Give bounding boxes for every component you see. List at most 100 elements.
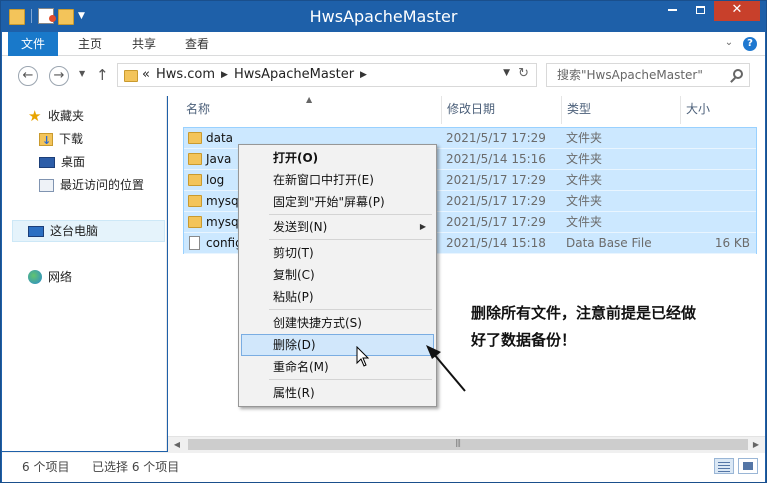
window-controls: ✕ (658, 1, 760, 21)
menu-item-open-new-window[interactable]: 在新窗口中打开(E) (241, 169, 434, 191)
breadcrumb-hwsapachemaster[interactable]: HwsApacheMaster (234, 64, 354, 86)
menu-item-paste[interactable]: 粘贴(P) (241, 286, 434, 308)
title-bar: HwsApacheMaster ▼ ✕ (1, 1, 766, 32)
sidebar-item-label: 这台电脑 (50, 224, 99, 238)
file-date: 2021/5/14 15:18 (446, 236, 546, 250)
customize-toolbar-chevron-icon[interactable]: ▼ (78, 11, 85, 21)
folder-icon (188, 132, 202, 144)
file-date: 2021/5/17 17:29 (446, 173, 546, 187)
sidebar-item-label: 下载 (59, 132, 84, 146)
breadcrumb-hws-com[interactable]: Hws.com (156, 64, 215, 86)
column-header-size[interactable]: 大小 (680, 96, 760, 124)
tab-share[interactable]: 共享 (122, 32, 166, 56)
quick-access-toolbar: ▼ (9, 7, 85, 25)
breadcrumb-arrow-icon[interactable]: ▶ (221, 64, 228, 86)
horizontal-scrollbar[interactable]: ◀ ||| ▶ (168, 436, 765, 452)
scroll-right-icon[interactable]: ▶ (749, 438, 763, 452)
sidebar-item-label: 收藏夹 (48, 109, 85, 123)
file-type: 文件夹 (566, 215, 603, 229)
sidebar-item-desktop[interactable]: 桌面 (39, 152, 85, 172)
navigation-bar: ← → ▼ ↑ « Hws.com ▶ HwsApacheMaster ▶ ▼ … (2, 56, 765, 96)
folder-icon (9, 9, 25, 25)
sidebar-item-network[interactable]: 网络 (28, 267, 72, 287)
column-header-type[interactable]: 类型 (561, 96, 681, 124)
file-name: mysq (206, 194, 239, 208)
address-dropdown-chevron-icon[interactable]: ▼ (503, 68, 510, 78)
menu-item-open[interactable]: 打开(O) (241, 147, 434, 169)
menu-item-create-shortcut[interactable]: 创建快捷方式(S) (241, 312, 434, 334)
forward-button[interactable]: → (49, 66, 69, 86)
scrollbar-thumb[interactable] (188, 439, 748, 450)
file-type: 文件夹 (566, 173, 603, 187)
sidebar-item-this-pc[interactable]: 这台电脑 (28, 221, 98, 241)
file-size: 16 KB (714, 236, 750, 250)
menu-item-send-to[interactable]: 发送到(N) ▶ (241, 216, 434, 238)
search-input[interactable]: 搜索"HwsApacheMaster" (546, 63, 750, 87)
breadcrumb-overflow[interactable]: « (142, 64, 150, 86)
help-icon[interactable]: ? (743, 37, 757, 51)
submenu-arrow-icon: ▶ (419, 222, 426, 231)
menu-separator (269, 309, 432, 310)
properties-icon[interactable] (38, 8, 56, 24)
menu-item-rename[interactable]: 重命名(M) (241, 356, 434, 378)
column-header-name[interactable]: 名称 (180, 96, 442, 124)
sidebar-item-recent-places[interactable]: 最近访问的位置 (39, 175, 144, 195)
file-name: data (206, 131, 234, 145)
expand-ribbon-chevron-icon[interactable]: ⌄ (723, 37, 735, 49)
selected-count: 已选择 6 个项目 (92, 460, 180, 474)
file-type: 文件夹 (566, 131, 603, 145)
menu-separator (269, 239, 432, 240)
downloads-folder-icon (39, 131, 53, 151)
menu-separator (269, 379, 432, 380)
file-name: Java (206, 152, 232, 166)
breadcrumb: « Hws.com ▶ HwsApacheMaster ▶ (142, 64, 367, 86)
folder-icon (188, 174, 202, 186)
annotation-note: 删除所有文件，注意前提是已经做 好了数据备份！ (471, 300, 721, 354)
menu-item-pin-to-start[interactable]: 固定到"开始"屏幕(P) (241, 191, 434, 213)
desktop-icon (39, 156, 55, 168)
network-icon (28, 270, 42, 284)
this-pc-icon (28, 225, 44, 237)
folder-icon (124, 70, 138, 82)
folder-icon (188, 195, 202, 207)
address-bar[interactable]: « Hws.com ▶ HwsApacheMaster ▶ ▼ ↻ (117, 63, 537, 87)
column-header-date[interactable]: 修改日期 (441, 96, 562, 124)
menu-item-delete[interactable]: 删除(D) (241, 334, 434, 356)
sidebar-item-favorites[interactable]: ★ 收藏夹 (28, 106, 84, 126)
item-count: 6 个项目 (22, 460, 70, 474)
breadcrumb-arrow-icon[interactable]: ▶ (360, 64, 367, 86)
menu-item-label: 发送到(N) (273, 220, 328, 234)
scroll-left-icon[interactable]: ◀ (170, 438, 184, 452)
tab-file[interactable]: 文件 (8, 32, 58, 56)
file-name: mysq (206, 215, 239, 229)
menu-item-copy[interactable]: 复制(C) (241, 264, 434, 286)
close-button[interactable]: ✕ (714, 1, 760, 21)
recent-places-icon (39, 178, 54, 192)
details-view-button[interactable] (714, 458, 734, 474)
up-button[interactable]: ↑ (96, 66, 109, 84)
file-type: 文件夹 (566, 152, 603, 166)
menu-item-cut[interactable]: 剪切(T) (241, 242, 434, 264)
recent-locations-chevron-icon[interactable]: ▼ (79, 69, 85, 78)
window-title: HwsApacheMaster (309, 7, 458, 26)
maximize-button[interactable] (686, 1, 714, 21)
folder-icon (188, 153, 202, 165)
database-file-icon (189, 236, 200, 250)
refresh-icon[interactable]: ↻ (518, 66, 529, 81)
file-date: 2021/5/17 17:29 (446, 215, 546, 229)
menu-item-properties[interactable]: 属性(R) (241, 382, 434, 404)
scrollbar-grip-icon: ||| (455, 438, 461, 447)
file-type: Data Base File (566, 236, 652, 250)
minimize-button[interactable] (658, 1, 686, 21)
back-button[interactable]: ← (18, 66, 38, 86)
navigation-pane: ★ 收藏夹 下载 桌面 最近访问的位置 这台电脑 网络 (2, 96, 167, 451)
mouse-cursor-icon (356, 346, 370, 367)
new-folder-icon[interactable] (58, 9, 74, 25)
large-icons-view-button[interactable] (738, 458, 758, 474)
tab-home[interactable]: 主页 (68, 32, 112, 56)
search-icon[interactable] (733, 69, 743, 79)
sidebar-item-label: 桌面 (61, 155, 86, 169)
tab-view[interactable]: 查看 (175, 32, 219, 56)
file-name: log (206, 173, 225, 187)
sidebar-item-downloads[interactable]: 下载 (39, 129, 84, 151)
